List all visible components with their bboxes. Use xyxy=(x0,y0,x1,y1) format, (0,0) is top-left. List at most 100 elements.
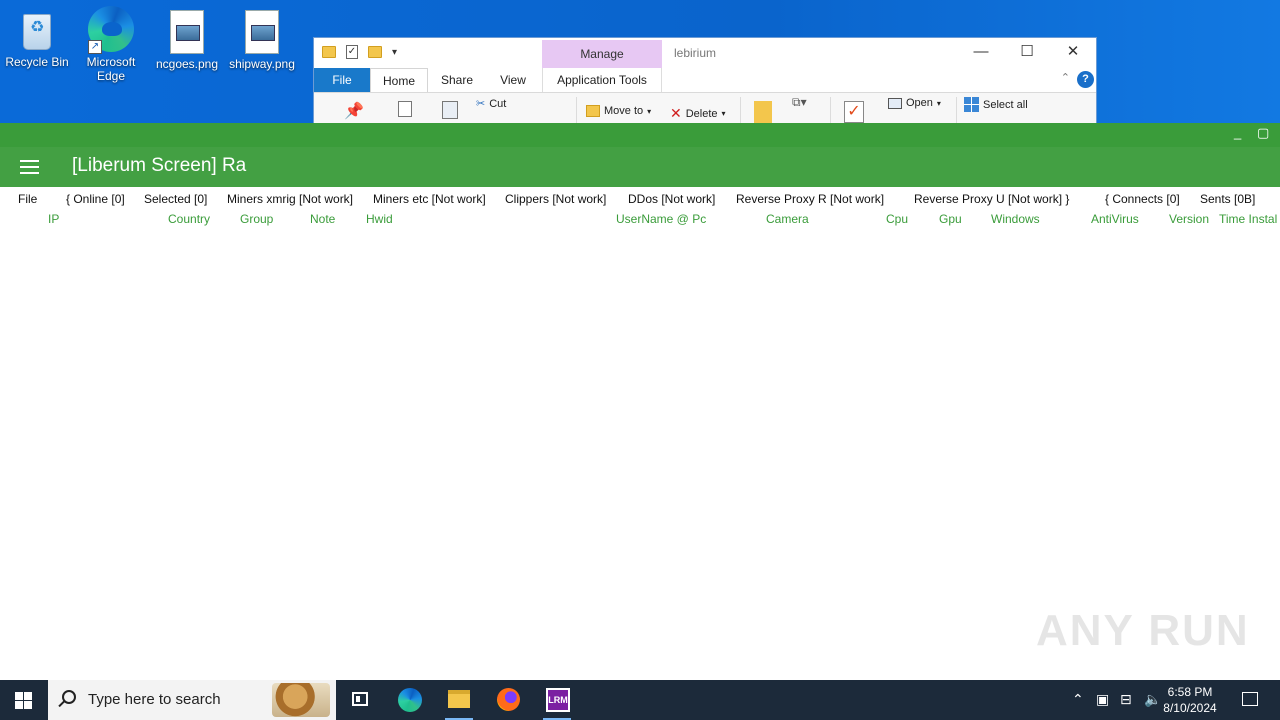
client-table-header: IP Country Group Note Hwid UserName @ Pc… xyxy=(0,209,1280,229)
ribbon-body: 📌 ✂ Cut Move to ▾ ✕ Delete ▾ ⧉▾ ✓ Open ▾… xyxy=(314,92,1096,124)
menu-reverse-proxy-u[interactable]: Reverse Proxy U [Not work] } xyxy=(914,192,1069,206)
search-icon xyxy=(62,690,76,704)
explorer-titlebar: ✓ ▾ Manage lebirium — ☐ ✕ xyxy=(314,38,1096,68)
liberum-app-icon: LRM xyxy=(546,688,570,712)
desktop-icon-label: Microsoft Edge xyxy=(86,55,136,83)
column-header-windows[interactable]: Windows xyxy=(991,212,1040,226)
desktop-icon-edge[interactable]: ↗ Microsoft Edge xyxy=(75,6,147,83)
desktop-icon-recycle-bin[interactable]: Recycle Bin xyxy=(1,8,73,69)
column-header-time-install[interactable]: Time Instal xyxy=(1219,212,1277,226)
column-header-country[interactable]: Country xyxy=(168,212,210,226)
folder-icon xyxy=(322,46,336,58)
system-tray: ⌃ ▣ ⊟ 🔈 6:58 PM 8/10/2024 xyxy=(1060,680,1280,720)
delete-button[interactable]: ✕ Delete ▾ xyxy=(670,105,726,122)
tab-share[interactable]: Share xyxy=(438,68,476,92)
menu-selected[interactable]: Selected [0] xyxy=(144,192,207,206)
menu-online[interactable]: { Online [0] xyxy=(66,192,125,206)
scissors-icon: ✂ xyxy=(476,98,486,110)
new-item-icon[interactable]: ⧉▾ xyxy=(792,95,807,110)
notifications-icon[interactable] xyxy=(1242,692,1258,706)
column-header-cpu[interactable]: Cpu xyxy=(886,212,908,226)
menu-file[interactable]: File xyxy=(18,192,37,206)
taskbar-search-box[interactable]: Type here to search xyxy=(48,680,336,720)
start-button[interactable] xyxy=(0,680,48,720)
menu-ddos[interactable]: DDos [Not work] xyxy=(628,192,715,206)
column-header-username-pc[interactable]: UserName @ Pc xyxy=(616,212,706,226)
edge-icon xyxy=(398,688,422,712)
cut-button[interactable]: ✂ Cut xyxy=(476,97,507,111)
search-placeholder: Type here to search xyxy=(88,691,221,708)
column-header-hwid[interactable]: Hwid xyxy=(366,212,393,226)
copy-icon[interactable] xyxy=(398,101,412,117)
task-view-button[interactable] xyxy=(336,680,384,720)
column-header-camera[interactable]: Camera xyxy=(766,212,809,226)
menu-miners-xmrig[interactable]: Miners xmrig [Not work] xyxy=(227,192,353,206)
chevron-up-icon[interactable]: ⌃ xyxy=(1072,691,1084,708)
taskbar-clock[interactable]: 6:58 PM 8/10/2024 xyxy=(1158,684,1222,716)
new-folder-icon[interactable] xyxy=(754,101,772,123)
network-icon[interactable]: ⊟ xyxy=(1120,691,1132,708)
menu-hamburger-icon[interactable] xyxy=(20,160,39,174)
desktop-icon-ncgoes[interactable]: ncgoes.png xyxy=(151,10,223,71)
taskbar-liberum[interactable]: LRM xyxy=(533,680,581,720)
delete-icon: ✕ xyxy=(670,105,682,121)
move-to-label: Move to xyxy=(604,105,644,117)
properties-check-icon[interactable]: ✓ xyxy=(844,101,864,123)
manage-contextual-tab[interactable]: Manage xyxy=(542,40,662,68)
image-file-icon xyxy=(245,10,279,54)
desktop-icon-label: ncgoes.png xyxy=(155,57,219,71)
taskbar: Type here to search LRM ⌃ ▣ ⊟ 🔈 6:58 PM … xyxy=(0,680,1280,720)
close-button[interactable]: ✕ xyxy=(1050,38,1096,66)
paste-icon[interactable] xyxy=(442,101,458,119)
taskbar-file-explorer[interactable] xyxy=(435,680,483,720)
desktop-icon-shipway[interactable]: shipway.png xyxy=(226,10,298,71)
properties-icon[interactable]: ✓ xyxy=(346,45,358,59)
cut-label: Cut xyxy=(489,97,507,110)
app-minimize-button[interactable]: _ xyxy=(1234,125,1241,140)
menu-miners-etc[interactable]: Miners etc [Not work] xyxy=(373,192,486,206)
menu-connects[interactable]: { Connects [0] xyxy=(1105,192,1180,206)
select-all-button[interactable]: Select all xyxy=(964,97,1028,112)
open-button[interactable]: Open ▾ xyxy=(888,97,941,109)
column-header-antivirus[interactable]: AntiVirus xyxy=(1091,212,1139,226)
app-header: [Liberum Screen] Ra xyxy=(0,147,1280,187)
column-header-ip[interactable]: IP xyxy=(48,212,59,226)
column-header-note[interactable]: Note xyxy=(310,212,335,226)
explorer-window-name: lebirium xyxy=(674,46,717,60)
new-folder-icon[interactable] xyxy=(368,46,382,58)
column-header-group[interactable]: Group xyxy=(240,212,273,226)
edge-icon: ↗ xyxy=(88,6,134,54)
anyrun-watermark: ANY RUN xyxy=(1036,606,1250,655)
menu-reverse-proxy-r[interactable]: Reverse Proxy R [Not work] xyxy=(736,192,884,206)
minimize-button[interactable]: — xyxy=(958,38,1004,66)
move-to-button[interactable]: Move to ▾ xyxy=(586,105,651,117)
maximize-button[interactable]: ☐ xyxy=(1004,38,1050,66)
delete-label: Delete xyxy=(685,107,718,120)
open-label: Open xyxy=(906,97,933,109)
taskbar-edge[interactable] xyxy=(386,680,434,720)
tab-file[interactable]: File xyxy=(314,68,370,92)
chevron-down-icon: ▾ xyxy=(936,98,941,108)
meet-now-icon[interactable]: ▣ xyxy=(1096,691,1109,708)
tab-view[interactable]: View xyxy=(494,68,532,92)
move-folder-icon xyxy=(586,105,600,117)
app-maximize-button[interactable]: ▢ xyxy=(1257,125,1269,141)
tab-application-tools[interactable]: Application Tools xyxy=(542,68,662,92)
menu-sents[interactable]: Sents [0B] xyxy=(1200,192,1255,206)
select-all-label: Select all xyxy=(983,98,1028,111)
pin-icon[interactable]: 📌 xyxy=(344,101,364,121)
clock-date: 8/10/2024 xyxy=(1163,701,1217,715)
column-header-gpu[interactable]: Gpu xyxy=(939,212,962,226)
menu-clippers[interactable]: Clippers [Not work] xyxy=(505,192,606,206)
taskbar-firefox[interactable] xyxy=(484,680,532,720)
clock-time: 6:58 PM xyxy=(1167,685,1213,699)
app-title: [Liberum Screen] Ra xyxy=(72,155,247,176)
customize-toolbar-icon[interactable]: ▾ xyxy=(392,47,397,58)
tab-home[interactable]: Home xyxy=(370,68,428,92)
file-explorer-window[interactable]: ✓ ▾ Manage lebirium — ☐ ✕ File Home Shar… xyxy=(313,37,1097,124)
collapse-ribbon-icon[interactable]: ⌃ xyxy=(1061,71,1070,84)
column-header-version[interactable]: Version xyxy=(1169,212,1209,226)
desktop-icon-label: shipway.png xyxy=(229,57,295,71)
app-menu-bar: File { Online [0] Selected [0] Miners xm… xyxy=(0,187,1280,209)
help-icon[interactable]: ? xyxy=(1077,71,1094,88)
